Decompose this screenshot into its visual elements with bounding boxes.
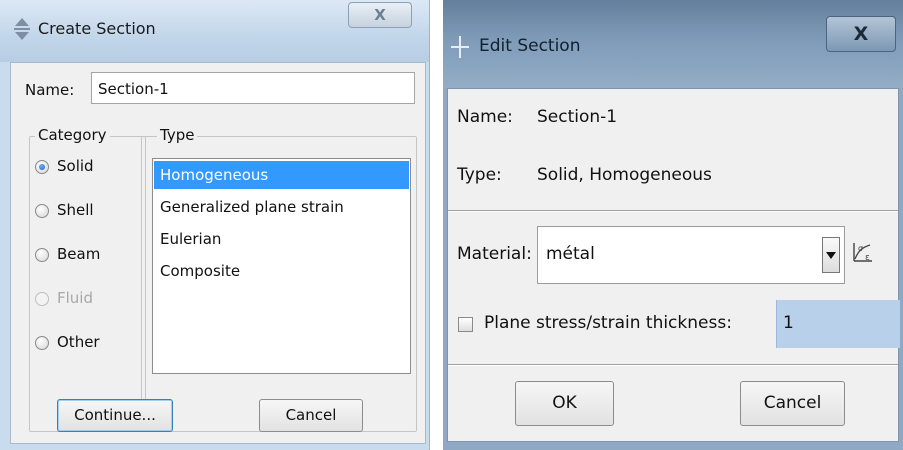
thickness-label: Plane stress/strain thickness: (484, 313, 732, 333)
radio-button (35, 292, 49, 306)
category-radio-list: Solid Shell Beam Fluid Other (33, 157, 143, 417)
cancel-button[interactable]: Cancel (259, 399, 363, 432)
category-option-other[interactable]: Other (33, 333, 143, 355)
edit-separator-top (448, 210, 898, 212)
category-group-label: Category (35, 126, 110, 144)
type-list[interactable]: Homogeneous Generalized plane strain Euler… (152, 158, 411, 374)
category-option-solid[interactable]: Solid (33, 157, 143, 179)
edit-name-value: Section-1 (537, 107, 618, 127)
type-list-item[interactable]: Eulerian (154, 225, 409, 253)
continue-button-label: Continue... (74, 406, 156, 424)
continue-button[interactable]: Continue... (57, 399, 173, 432)
type-list-item[interactable]: Homogeneous (154, 161, 409, 189)
type-list-item-label: Composite (160, 262, 241, 280)
edit-section-title: Edit Section (479, 36, 581, 56)
close-icon: X (374, 6, 386, 24)
edit-type-label: Type: (457, 165, 502, 185)
material-select[interactable]: métal (537, 226, 845, 284)
edit-cancel-button-label: Cancel (763, 393, 822, 413)
chevron-down-icon (826, 252, 836, 259)
thickness-checkbox[interactable] (458, 317, 473, 332)
edit-cancel-button[interactable]: Cancel (740, 381, 845, 426)
thickness-input-value: 1 (783, 313, 794, 333)
radio-button[interactable] (35, 336, 49, 350)
category-option-shell[interactable]: Shell (33, 201, 143, 223)
thickness-input[interactable]: 1 (776, 300, 900, 348)
svg-text:σ: σ (858, 244, 863, 253)
name-label: Name: (25, 81, 75, 99)
name-input[interactable]: Section-1 (91, 72, 415, 104)
name-input-value: Section-1 (98, 80, 169, 98)
edit-section-titlebar[interactable]: Edit Section X (443, 0, 903, 88)
category-option-label: Solid (57, 157, 94, 175)
category-option-label: Beam (57, 245, 101, 263)
edit-section-close-button[interactable]: X (826, 16, 896, 52)
edit-section-icon (451, 36, 469, 58)
type-list-item-label: Eulerian (160, 230, 222, 248)
edit-type-value: Solid, Homogeneous (537, 165, 712, 185)
edit-section-body: Name: Section-1 Type: Solid, Homogeneous… (447, 88, 900, 442)
type-list-item[interactable]: Generalized plane strain (154, 193, 409, 221)
material-dropdown-button[interactable] (822, 237, 840, 273)
create-section-title: Create Section (38, 19, 156, 38)
radio-button[interactable] (35, 204, 49, 218)
create-section-body: Name: Section-1 Category Solid Shell Beam F… (10, 62, 426, 444)
material-edit-icon[interactable]: σ ε (850, 239, 876, 267)
category-option-fluid: Fluid (33, 289, 143, 311)
ok-button[interactable]: OK (515, 381, 614, 426)
type-list-item[interactable]: Composite (154, 257, 409, 285)
create-section-titlebar[interactable]: Create Section X (0, 0, 429, 62)
category-option-label: Other (57, 333, 100, 351)
category-option-label: Shell (57, 201, 94, 219)
material-label: Material: (457, 244, 532, 264)
edit-separator-bottom (448, 364, 898, 366)
create-section-dialog: Create Section X Name: Section-1 Categor… (0, 0, 430, 450)
type-list-item-label: Homogeneous (160, 166, 269, 184)
type-list-item-label: Generalized plane strain (160, 198, 344, 216)
ok-button-label: OK (552, 393, 577, 413)
cancel-button-label: Cancel (285, 406, 337, 424)
type-group-label: Type (157, 126, 198, 144)
radio-button[interactable] (35, 160, 49, 174)
create-section-close-button[interactable]: X (348, 2, 412, 28)
material-select-value: métal (546, 244, 595, 264)
create-section-icon (14, 18, 30, 40)
close-icon: X (853, 23, 869, 45)
radio-button[interactable] (35, 248, 49, 262)
category-option-beam[interactable]: Beam (33, 245, 143, 267)
svg-text:ε: ε (865, 253, 870, 263)
edit-name-label: Name: (457, 107, 513, 127)
edit-section-dialog: Edit Section X Name: Section-1 Type: Sol… (443, 0, 903, 450)
category-option-label: Fluid (57, 289, 93, 307)
